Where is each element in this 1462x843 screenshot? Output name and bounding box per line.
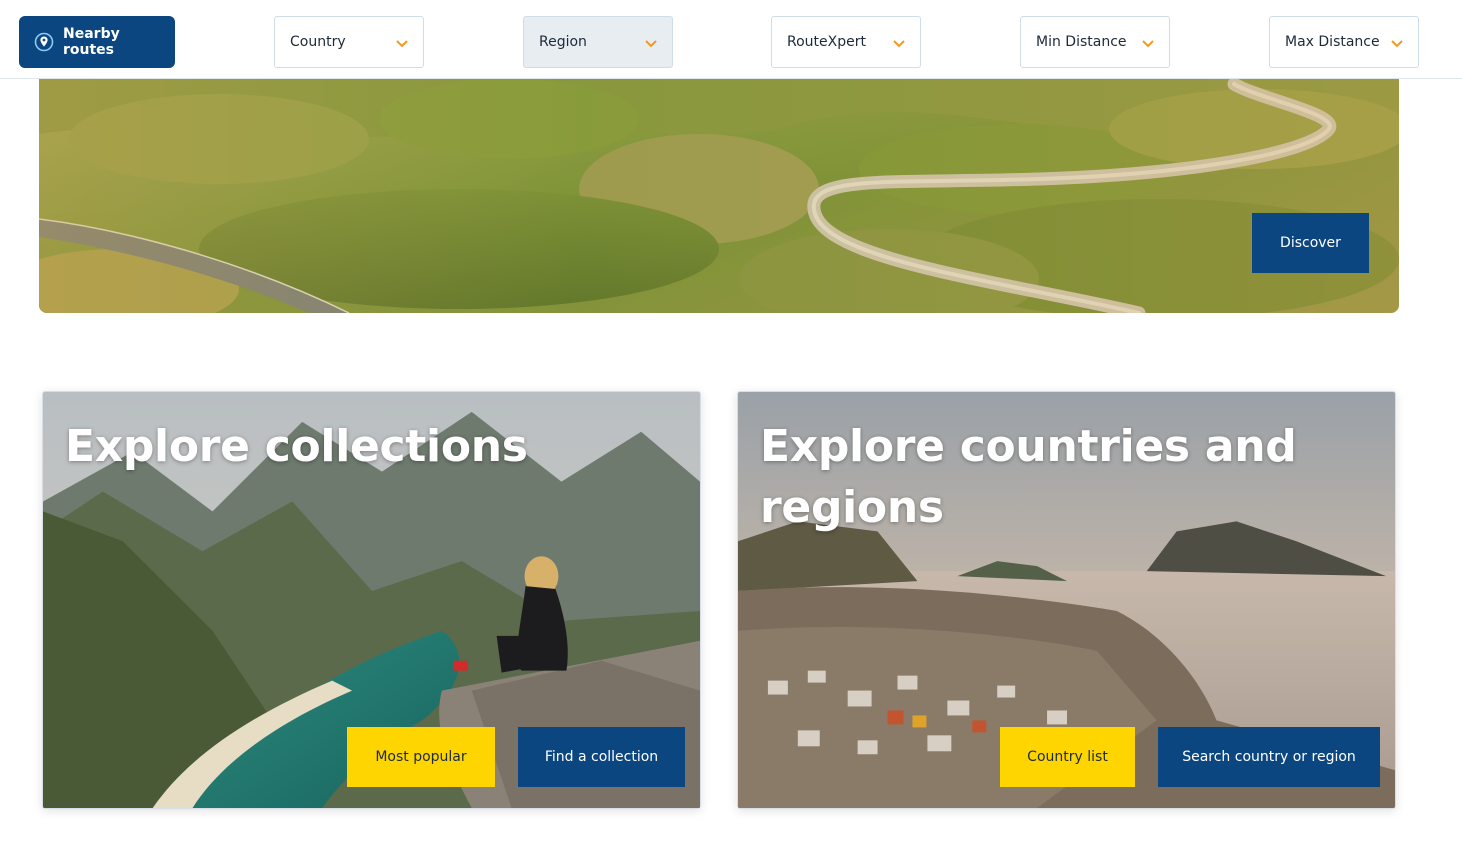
location-pin-icon [34, 32, 54, 52]
explore-countries-title: Explore countries and regions [760, 421, 1297, 533]
region-filter-label: Region [539, 34, 587, 50]
explore-countries-card[interactable]: Explore countries and regions Country li… [737, 391, 1396, 809]
routexpert-filter-label: RouteXpert [787, 34, 866, 50]
discover-button[interactable]: Discover [1252, 213, 1369, 273]
filter-bar: Nearby routes Country Region RouteXpert … [0, 0, 1462, 79]
chevron-down-icon [396, 40, 408, 48]
chevron-down-icon [893, 40, 905, 48]
min-distance-filter-label: Min Distance [1036, 34, 1127, 50]
max-distance-filter-dropdown[interactable]: Max Distance [1269, 16, 1419, 68]
chevron-down-icon [1142, 40, 1154, 48]
search-country-or-region-button[interactable]: Search country or region [1158, 727, 1380, 787]
chevron-down-icon [645, 40, 657, 48]
routexpert-filter-dropdown[interactable]: RouteXpert [771, 16, 921, 68]
country-filter-label: Country [290, 34, 346, 50]
region-filter-dropdown[interactable]: Region [523, 16, 673, 68]
country-list-button[interactable]: Country list [1000, 727, 1135, 787]
min-distance-filter-dropdown[interactable]: Min Distance [1020, 16, 1170, 68]
explore-collections-title: Explore collections [65, 421, 528, 472]
country-filter-dropdown[interactable]: Country [274, 16, 424, 68]
find-a-collection-button[interactable]: Find a collection [518, 727, 685, 787]
nearby-routes-label: Nearby routes [63, 26, 120, 58]
hero-banner-image [39, 79, 1399, 313]
max-distance-filter-label: Max Distance [1285, 34, 1380, 50]
explore-collections-card[interactable]: Explore collections Most popular Find a … [42, 391, 701, 809]
most-popular-button[interactable]: Most popular [347, 727, 495, 787]
nearby-routes-button[interactable]: Nearby routes [19, 16, 175, 68]
chevron-down-icon [1391, 40, 1403, 48]
